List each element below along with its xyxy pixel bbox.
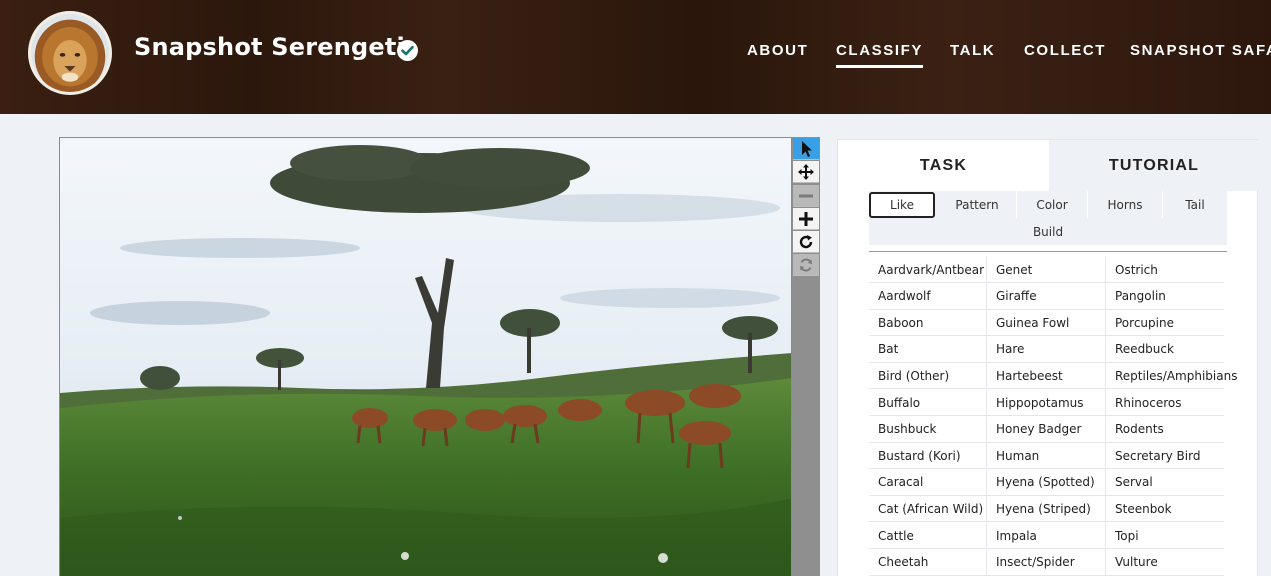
nav-classify[interactable]: CLASSIFY xyxy=(836,42,923,68)
lion-avatar-icon xyxy=(31,14,109,92)
species-item[interactable]: Ostrich xyxy=(1106,257,1224,283)
species-item[interactable]: Pangolin xyxy=(1106,284,1224,310)
species-item[interactable]: Insect/Spider xyxy=(987,549,1106,576)
pan-icon xyxy=(798,163,814,180)
species-item[interactable]: Cattle xyxy=(869,523,987,549)
species-item[interactable]: Aardvark/Antbear xyxy=(869,257,987,283)
species-item[interactable]: Genet xyxy=(987,257,1106,283)
viewer-toolbar xyxy=(792,137,820,576)
species-item[interactable]: Bat xyxy=(869,336,987,363)
tab-tutorial[interactable]: TUTORIAL xyxy=(1049,140,1259,191)
nav-about[interactable]: ABOUT xyxy=(747,42,808,65)
pointer-icon xyxy=(802,140,812,157)
species-item[interactable]: Aardwolf xyxy=(869,283,987,310)
filters-divider xyxy=(869,251,1227,252)
filter-like[interactable]: Like xyxy=(869,192,935,218)
reset-icon xyxy=(800,257,812,272)
subject-image[interactable] xyxy=(59,137,792,576)
filter-horns[interactable]: Horns xyxy=(1088,191,1163,218)
species-item[interactable]: Vulture xyxy=(1106,550,1224,576)
species-item[interactable]: Giraffe xyxy=(987,283,1106,310)
nav-collect[interactable]: COLLECT xyxy=(1024,42,1106,65)
species-item[interactable]: Serval xyxy=(1106,470,1224,496)
task-panel: TASK TUTORIAL Like Pattern Color Horns T… xyxy=(837,139,1259,576)
pan-tool[interactable] xyxy=(793,161,819,183)
zoom-in-icon xyxy=(799,211,813,226)
rotate-icon xyxy=(799,234,813,248)
species-item[interactable]: Honey Badger xyxy=(987,416,1106,443)
species-filters: Like Pattern Color Horns Tail Build xyxy=(869,191,1227,245)
site-header: Snapshot Serengeti ABOUT CLASSIFY TALK C… xyxy=(0,0,1271,114)
species-item[interactable]: Reptiles/Amphibians xyxy=(1106,363,1237,390)
species-item[interactable]: Impala xyxy=(987,523,1106,549)
species-item[interactable]: Hyena (Striped) xyxy=(987,496,1106,523)
species-item[interactable]: Rhinoceros xyxy=(1106,390,1224,416)
filter-color[interactable]: Color xyxy=(1017,191,1088,218)
species-item[interactable]: Porcupine xyxy=(1106,310,1224,337)
filter-build[interactable]: Build xyxy=(869,218,1227,245)
species-item[interactable]: Cheetah xyxy=(869,549,987,576)
species-item[interactable]: Caracal xyxy=(869,469,987,496)
pointer-tool[interactable] xyxy=(793,138,819,160)
species-item[interactable]: Rodents xyxy=(1106,417,1224,443)
species-item[interactable]: Hippopotamus xyxy=(987,390,1106,416)
species-item[interactable]: Guinea Fowl xyxy=(987,310,1106,337)
nav-talk[interactable]: TALK xyxy=(950,42,995,65)
species-item[interactable]: Steenbok xyxy=(1106,496,1224,523)
species-item[interactable]: Topi xyxy=(1106,523,1224,549)
species-item[interactable]: Baboon xyxy=(869,310,987,337)
savanna-photo xyxy=(60,138,791,576)
tab-task[interactable]: TASK xyxy=(838,140,1049,191)
zoom-out-tool[interactable] xyxy=(793,185,819,207)
species-item[interactable]: Bustard (Kori) xyxy=(869,443,987,470)
species-item[interactable]: Buffalo xyxy=(869,390,987,416)
species-item[interactable]: Bushbuck xyxy=(869,416,987,443)
filter-pattern[interactable]: Pattern xyxy=(938,191,1017,218)
panel-tabs: TASK TUTORIAL xyxy=(838,140,1259,191)
reset-tool[interactable] xyxy=(793,254,819,276)
species-item[interactable]: Hyena (Spotted) xyxy=(987,469,1106,496)
species-item[interactable]: Hare xyxy=(987,336,1106,363)
filter-tail[interactable]: Tail xyxy=(1163,191,1227,218)
species-item[interactable]: Hartebeest xyxy=(987,363,1106,390)
site-title[interactable]: Snapshot Serengeti xyxy=(134,33,405,61)
species-item[interactable]: Cat (African Wild) xyxy=(869,496,987,523)
verified-check-icon xyxy=(397,40,418,61)
species-item[interactable]: Secretary Bird xyxy=(1106,443,1224,470)
rotate-tool[interactable] xyxy=(793,231,819,253)
species-item[interactable]: Human xyxy=(987,443,1106,470)
zoom-in-tool[interactable] xyxy=(793,208,819,230)
lion-avatar[interactable] xyxy=(28,11,112,95)
species-item[interactable]: Bird (Other) xyxy=(869,363,987,390)
zoom-out-icon xyxy=(799,194,813,197)
nav-snapshot-safari[interactable]: SNAPSHOT SAFARI xyxy=(1130,42,1271,65)
species-item[interactable]: Reedbuck xyxy=(1106,337,1224,363)
